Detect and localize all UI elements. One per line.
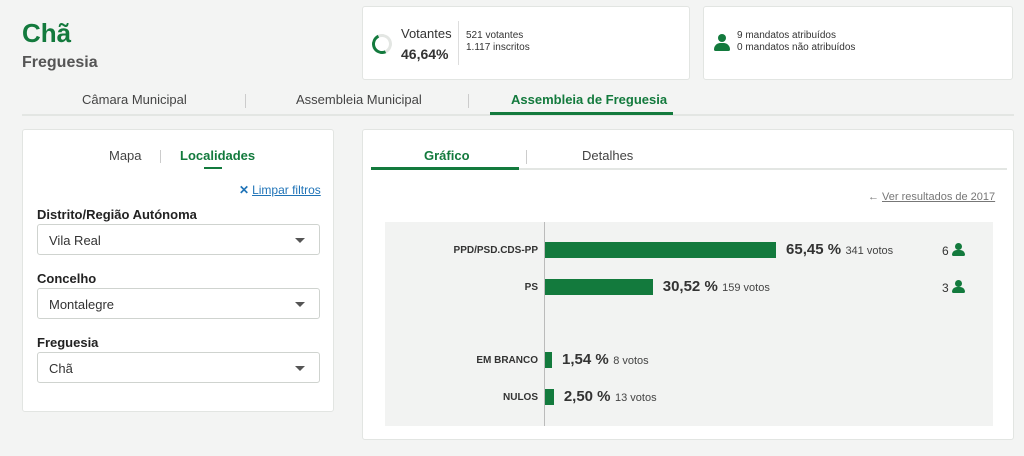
chevron-down-icon (295, 366, 305, 371)
bar[interactable] (545, 279, 653, 295)
results-panel: Gráfico Detalhes ← Ver resultados de 2017… (362, 129, 1014, 440)
bar-seats-count: 3 (942, 281, 949, 295)
bar-percent-label: 2,50 % (563, 388, 611, 405)
filters-panel: Mapa Localidades ✕ Limpar filtros Distrit… (22, 129, 334, 412)
results-chart: PPD/PSD.CDS-PP 65,45 % 341 votos 6 PS 30,52 %… (385, 222, 993, 426)
active-tab-indicator (490, 112, 673, 115)
bar-label: EM BRANCO (476, 355, 538, 366)
bar[interactable] (545, 242, 777, 258)
mandates-assigned: 9 mandatos atribuídos (737, 30, 836, 41)
municipality-value: Montalegre (49, 297, 115, 312)
bar-votes-label: 341 votos (845, 245, 894, 257)
bar-label: NULOS (503, 392, 538, 403)
mandates-card: 9 mandatos atribuídos 0 mandatos não atr… (703, 6, 1013, 80)
tab-detalhes[interactable]: Detalhes (582, 148, 633, 163)
registered-count: 1.117 inscritos (466, 42, 530, 53)
turnout-card: Votantes 46,64% 521 votantes 1.117 inscr… (362, 6, 690, 80)
chevron-down-icon (295, 238, 305, 243)
page-subtitle: Freguesia (22, 54, 98, 71)
active-tab-indicator (371, 167, 519, 170)
bar-votes-label: 8 votos (613, 355, 649, 367)
chevron-down-icon (295, 302, 305, 307)
clear-filters-link[interactable]: ✕ Limpar filtros (239, 183, 321, 197)
tab-assembleia-municipal[interactable]: Assembleia Municipal (296, 92, 422, 107)
bar-votes-label: 159 votos (722, 282, 770, 294)
bar-seats: 6 (942, 243, 966, 258)
person-icon (951, 280, 966, 293)
turnout-ring-icon (369, 31, 395, 57)
municipality-label: Concelho (37, 271, 97, 286)
bar-label: PS (524, 282, 538, 293)
mandates-unassigned: 0 mandatos não atribuídos (737, 42, 856, 53)
tab-assembleia-freguesia[interactable]: Assembleia de Freguesia (511, 92, 667, 107)
bar-seats-count: 6 (942, 244, 949, 258)
bar[interactable] (545, 389, 554, 405)
person-icon (951, 243, 966, 256)
tab-mapa[interactable]: Mapa (109, 148, 142, 163)
main-tabs: Câmara Municipal Assembleia Municipal As… (22, 86, 1014, 116)
bar-label: PPD/PSD.CDS-PP (453, 245, 538, 256)
divider (458, 21, 459, 65)
previous-results-label: Ver resultados de 2017 (882, 191, 996, 203)
previous-results-link[interactable]: ← Ver resultados de 2017 (868, 191, 995, 203)
parish-select[interactable]: Chã (37, 352, 320, 383)
district-select[interactable]: Vila Real (37, 224, 320, 255)
page-title: Chã (22, 18, 72, 48)
tab-divider (526, 150, 527, 164)
tab-divider (245, 94, 246, 108)
tab-camara-municipal[interactable]: Câmara Municipal (82, 92, 187, 107)
arrow-left-icon: ← (868, 191, 879, 203)
municipality-select[interactable]: Montalegre (37, 288, 320, 319)
bar-percent-label: 30,52 % (662, 278, 718, 295)
close-icon: ✕ (239, 183, 250, 197)
tab-divider (468, 94, 469, 108)
bar[interactable] (545, 352, 552, 368)
tab-localidades[interactable]: Localidades (180, 148, 255, 163)
tab-grafico[interactable]: Gráfico (424, 148, 470, 163)
bar-seats: 3 (942, 280, 966, 295)
bar-percent-label: 65,45 % (786, 241, 842, 258)
parish-label: Freguesia (37, 335, 99, 350)
voters-count: 521 votantes (466, 30, 524, 41)
bar-votes-label: 13 votos (615, 392, 657, 404)
district-value: Vila Real (49, 233, 101, 248)
parish-value: Chã (49, 361, 73, 376)
turnout-percent: 46,64% (401, 46, 449, 62)
district-label: Distrito/Região Autónoma (37, 207, 197, 222)
turnout-label: Votantes (401, 26, 452, 41)
tab-divider (160, 150, 161, 163)
bar-percent-label: 1,54 % (562, 351, 609, 368)
active-tab-indicator (204, 167, 222, 169)
clear-filters-label: Limpar filtros (252, 183, 321, 197)
